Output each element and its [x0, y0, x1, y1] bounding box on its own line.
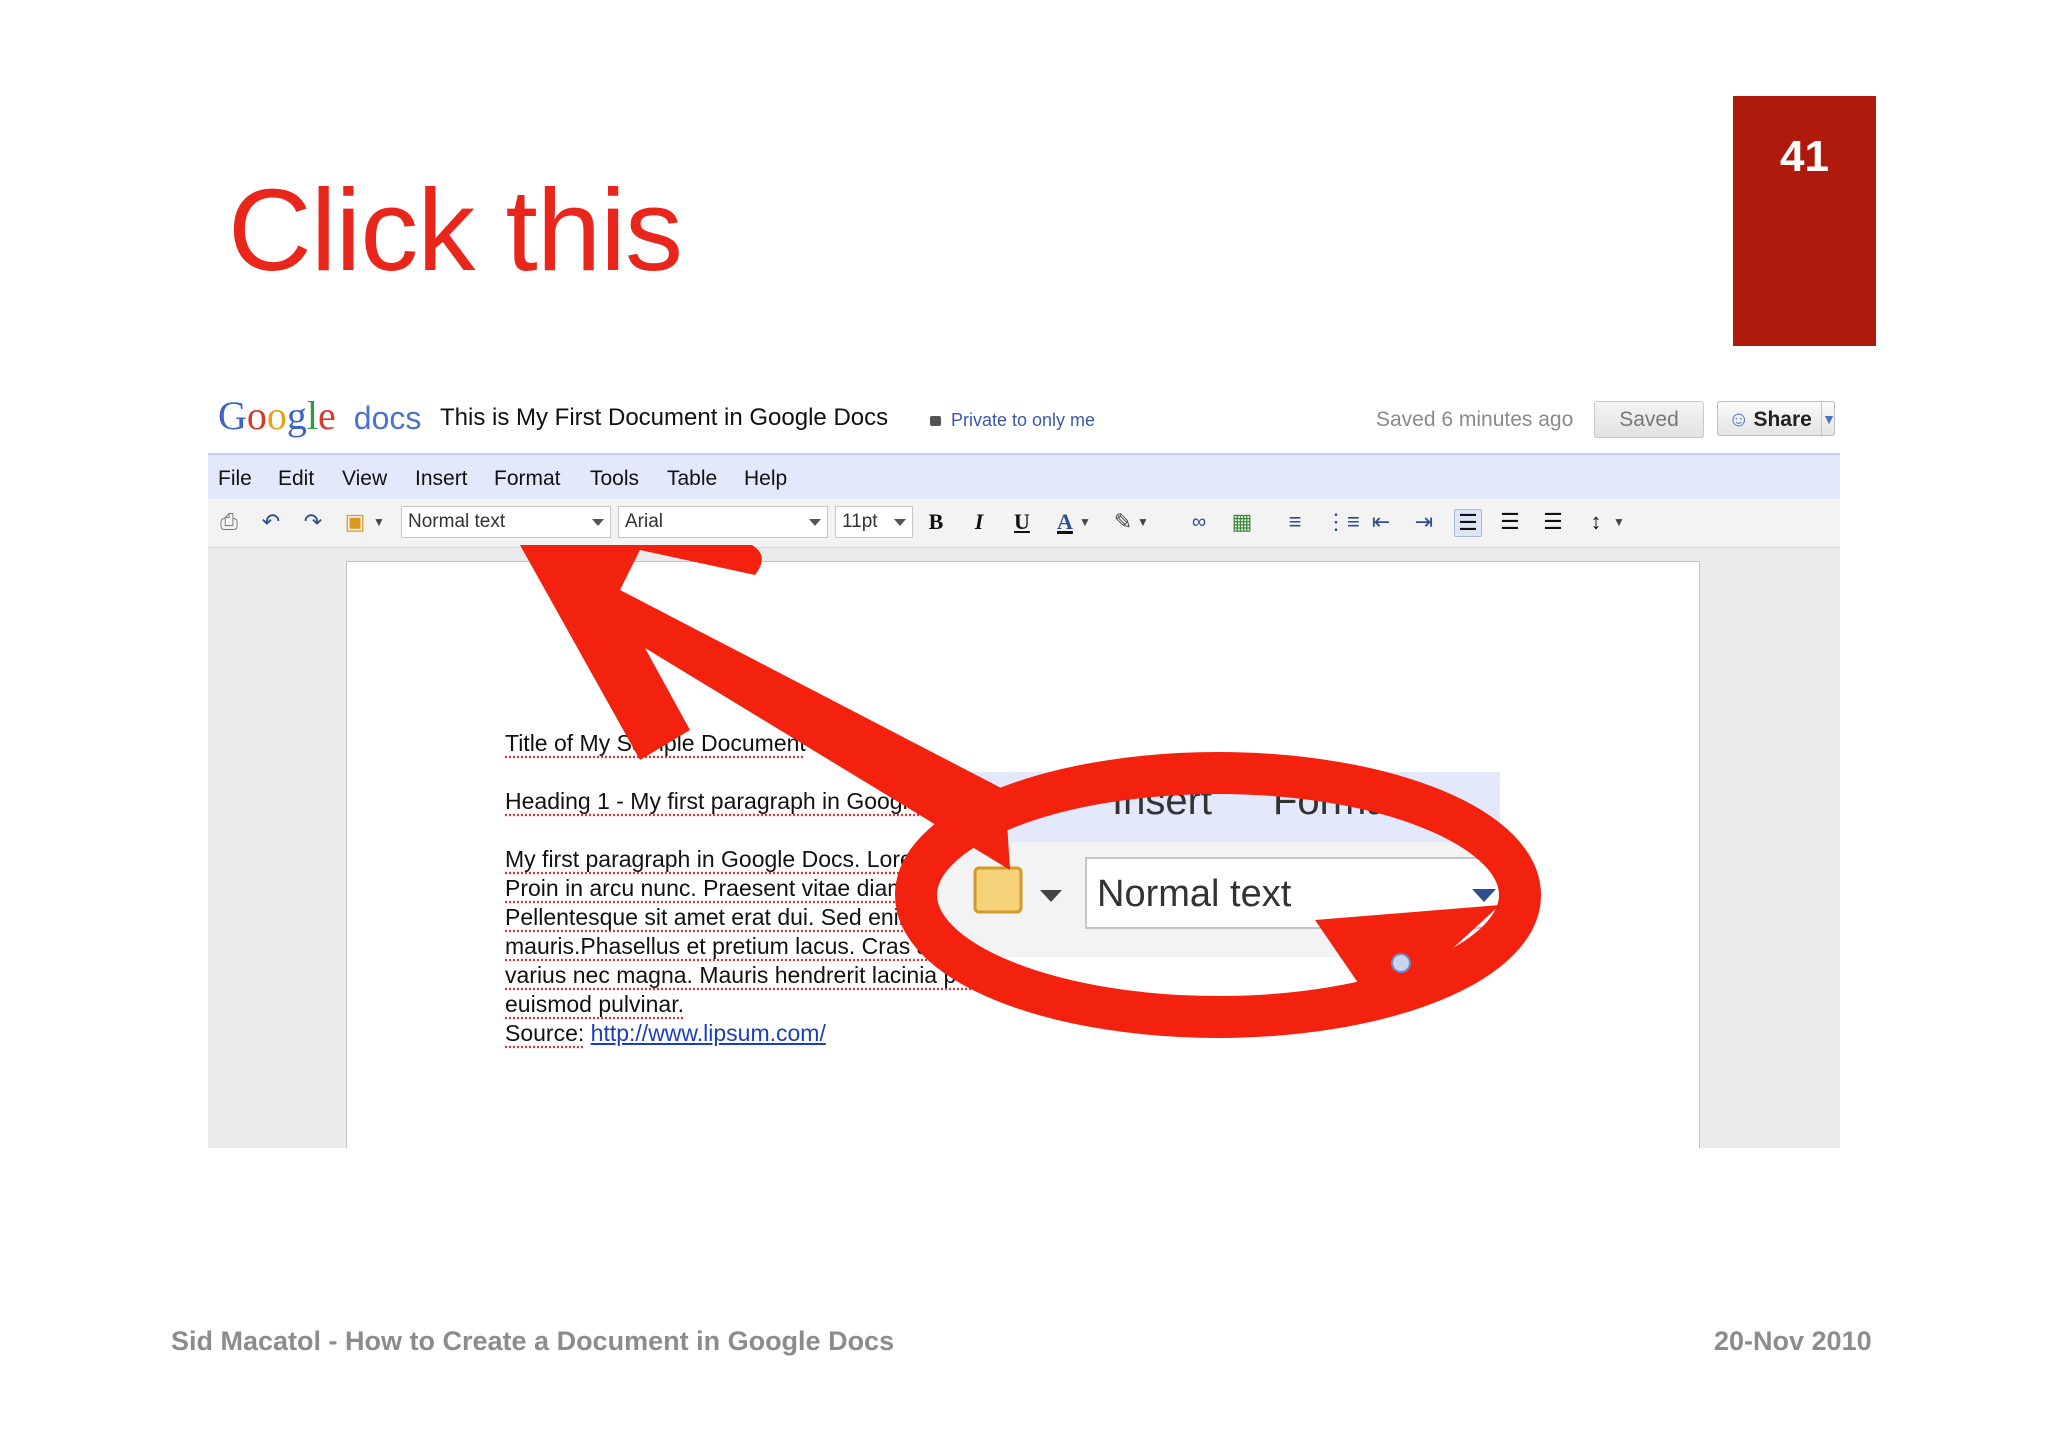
zoom-style-select: Normal text	[1097, 873, 1292, 915]
footer-left: Sid Macatol - How to Create a Document i…	[171, 1326, 895, 1356]
paint-format-icon	[973, 866, 1023, 914]
footer-date: 20-Nov 2010	[1714, 1326, 1872, 1356]
annotation-overlay: Insert Format Normal text	[520, 545, 1541, 1038]
cursor-dot	[1391, 953, 1411, 973]
red-arrow-icon	[520, 545, 1010, 870]
